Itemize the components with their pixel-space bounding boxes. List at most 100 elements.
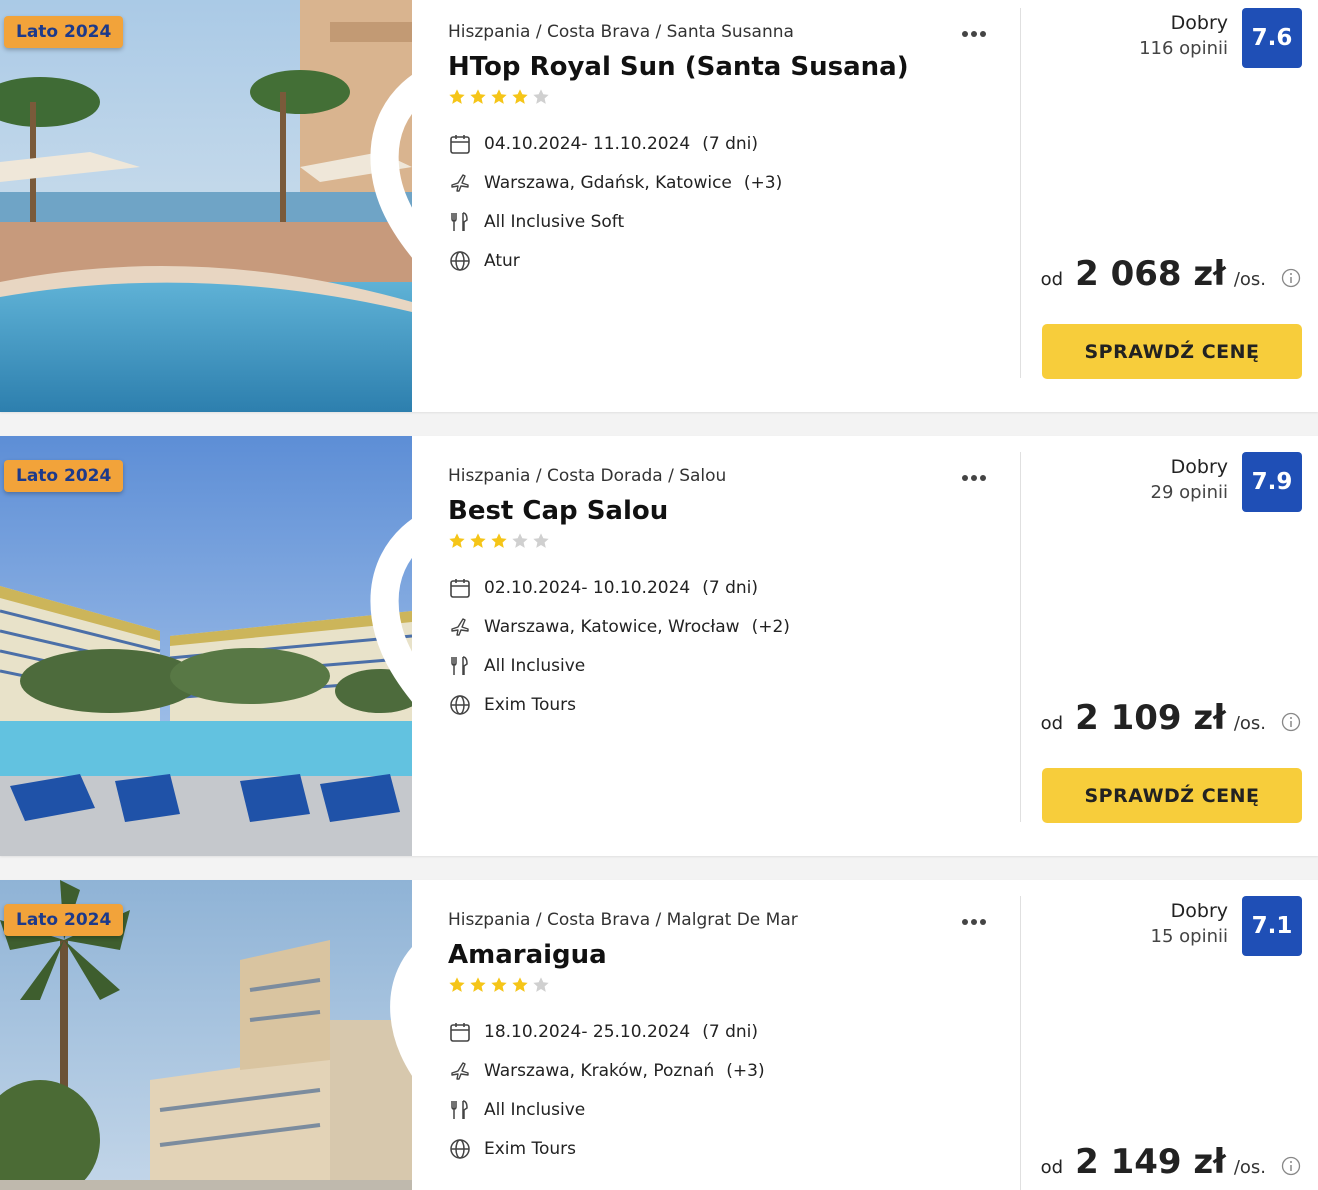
price-prefix: od <box>1040 269 1064 290</box>
offer-card[interactable]: Lato 2024 Hiszpania / Costa Dorada / Sal… <box>0 436 1318 856</box>
heart-icon[interactable] <box>352 900 412 1190</box>
star-rating <box>448 88 1008 110</box>
departures-text: Warszawa, Gdańsk, Katowice <box>484 172 732 193</box>
info-icon[interactable] <box>1281 1156 1301 1176</box>
globe-icon <box>450 250 470 271</box>
hotel-photo-image <box>0 0 412 412</box>
rating-word: Dobry <box>1170 12 1228 34</box>
star-icon <box>449 89 465 104</box>
price-suffix: /os. <box>1233 1157 1266 1178</box>
more-dots-icon[interactable] <box>962 22 996 42</box>
board-row: All Inclusive Soft <box>448 202 1008 241</box>
rating-summary: Dobry 29 opinii <box>1151 456 1228 503</box>
star-icon <box>512 977 528 992</box>
score-badge: 7.6 <box>1242 8 1302 68</box>
breadcrumb[interactable]: Hiszpania / Costa Brava / Santa Susanna <box>448 22 1008 42</box>
info-icon[interactable] <box>1281 712 1301 732</box>
operator-text: Exim Tours <box>484 1138 577 1159</box>
rating-count[interactable]: 29 opinii <box>1151 482 1228 503</box>
board-row: All Inclusive <box>448 1090 1008 1129</box>
star-icon <box>491 533 507 548</box>
offer-info: Hiszpania / Costa Brava / Malgrat De Mar… <box>448 910 1008 1168</box>
cutlery-icon <box>451 655 468 675</box>
check-price-button[interactable]: SPRAWDŹ CENĘ <box>1042 324 1302 379</box>
operator-row: Atur <box>448 241 1008 280</box>
hotel-title[interactable]: Amaraigua <box>448 940 1008 970</box>
season-badge: Lato 2024 <box>4 460 124 492</box>
hotel-title[interactable]: HTop Royal Sun (Santa Susana) <box>448 52 1008 82</box>
star-rating <box>448 532 1008 554</box>
departures-row: Warszawa, Katowice, Wrocław (+2) <box>448 607 1008 646</box>
dates-text: 02.10.2024- 10.10.2024 <box>484 577 691 598</box>
dates-text: 18.10.2024- 25.10.2024 <box>484 1021 691 1042</box>
offer-list: Lato 2024 Hiszpania / Costa Brava / Sant… <box>0 0 1318 1190</box>
price-amount: 2 149 zł <box>1075 1142 1226 1182</box>
star-icon <box>512 89 528 104</box>
operator-row: Exim Tours <box>448 1129 1008 1168</box>
divider <box>1020 452 1021 822</box>
hotel-photo[interactable]: Lato 2024 <box>0 0 412 412</box>
offer-card[interactable]: Lato 2024 Hiszpania / Costa Brava / Malg… <box>0 880 1318 1190</box>
heart-icon[interactable] <box>352 456 412 856</box>
star-icon <box>449 533 465 548</box>
hotel-photo[interactable]: Lato 2024 <box>0 880 412 1190</box>
cutlery-icon <box>451 1099 468 1119</box>
plane-icon <box>451 1061 469 1080</box>
offer-info: Hiszpania / Costa Brava / Santa Susanna … <box>448 22 1008 280</box>
star-icon <box>470 89 486 104</box>
duration-text: (7 dni) <box>702 577 758 598</box>
board-text: All Inclusive Soft <box>484 211 625 232</box>
breadcrumb[interactable]: Hiszpania / Costa Dorada / Salou <box>448 466 1008 486</box>
score-badge: 7.9 <box>1242 452 1302 512</box>
star-icon <box>491 977 507 992</box>
star-icon <box>533 533 549 548</box>
board-text: All Inclusive <box>484 655 586 676</box>
hotel-title[interactable]: Best Cap Salou <box>448 496 1008 526</box>
board-text: All Inclusive <box>484 1099 586 1120</box>
globe-icon <box>450 1138 470 1159</box>
departures-text: Warszawa, Kraków, Poznań <box>484 1060 715 1081</box>
more-dots-icon[interactable] <box>962 910 996 930</box>
operator-text: Atur <box>484 250 520 271</box>
rating-word: Dobry <box>1170 456 1228 478</box>
rating-summary: Dobry 15 opinii <box>1151 900 1228 947</box>
hotel-photo[interactable]: Lato 2024 <box>0 436 412 856</box>
check-price-button[interactable]: SPRAWDŹ CENĘ <box>1042 768 1302 823</box>
plane-icon <box>451 173 469 192</box>
price-amount: 2 068 zł <box>1075 254 1226 294</box>
cutlery-icon <box>451 211 468 231</box>
price: od 2 068 zł /os. <box>1041 254 1266 294</box>
price: od 2 149 zł /os. <box>1041 1142 1266 1182</box>
breadcrumb[interactable]: Hiszpania / Costa Brava / Malgrat De Mar <box>448 910 1008 930</box>
duration-text: (7 dni) <box>702 133 758 154</box>
departures-more[interactable]: (+3) <box>726 1061 764 1081</box>
divider <box>1020 8 1021 378</box>
departures-row: Warszawa, Kraków, Poznań (+3) <box>448 1051 1008 1090</box>
more-dots-icon[interactable] <box>962 466 996 486</box>
globe-icon <box>450 694 470 715</box>
rating-word: Dobry <box>1170 900 1228 922</box>
rating-count[interactable]: 15 opinii <box>1151 926 1228 947</box>
offer-info: Hiszpania / Costa Dorada / Salou Best Ca… <box>448 466 1008 724</box>
divider <box>1020 896 1021 1190</box>
dates-row: 04.10.2024- 11.10.2024 (7 dni) <box>448 124 1008 163</box>
price-prefix: od <box>1040 713 1064 734</box>
season-badge: Lato 2024 <box>4 16 124 48</box>
info-icon[interactable] <box>1281 268 1301 288</box>
hotel-photo-image <box>0 436 412 856</box>
departures-row: Warszawa, Gdańsk, Katowice (+3) <box>448 163 1008 202</box>
dates-row: 02.10.2024- 10.10.2024 (7 dni) <box>448 568 1008 607</box>
departures-more[interactable]: (+3) <box>744 173 782 193</box>
operator-row: Exim Tours <box>448 685 1008 724</box>
rating-count[interactable]: 116 opinii <box>1139 38 1228 59</box>
board-row: All Inclusive <box>448 646 1008 685</box>
offer-card[interactable]: Lato 2024 Hiszpania / Costa Brava / Sant… <box>0 0 1318 412</box>
price-suffix: /os. <box>1233 269 1266 290</box>
star-icon <box>533 89 549 104</box>
star-icon <box>470 977 486 992</box>
price-amount: 2 109 zł <box>1075 698 1226 738</box>
dates-row: 18.10.2024- 25.10.2024 (7 dni) <box>448 1012 1008 1051</box>
season-badge: Lato 2024 <box>4 904 124 936</box>
departures-more[interactable]: (+2) <box>752 617 790 637</box>
heart-icon[interactable] <box>352 12 412 412</box>
